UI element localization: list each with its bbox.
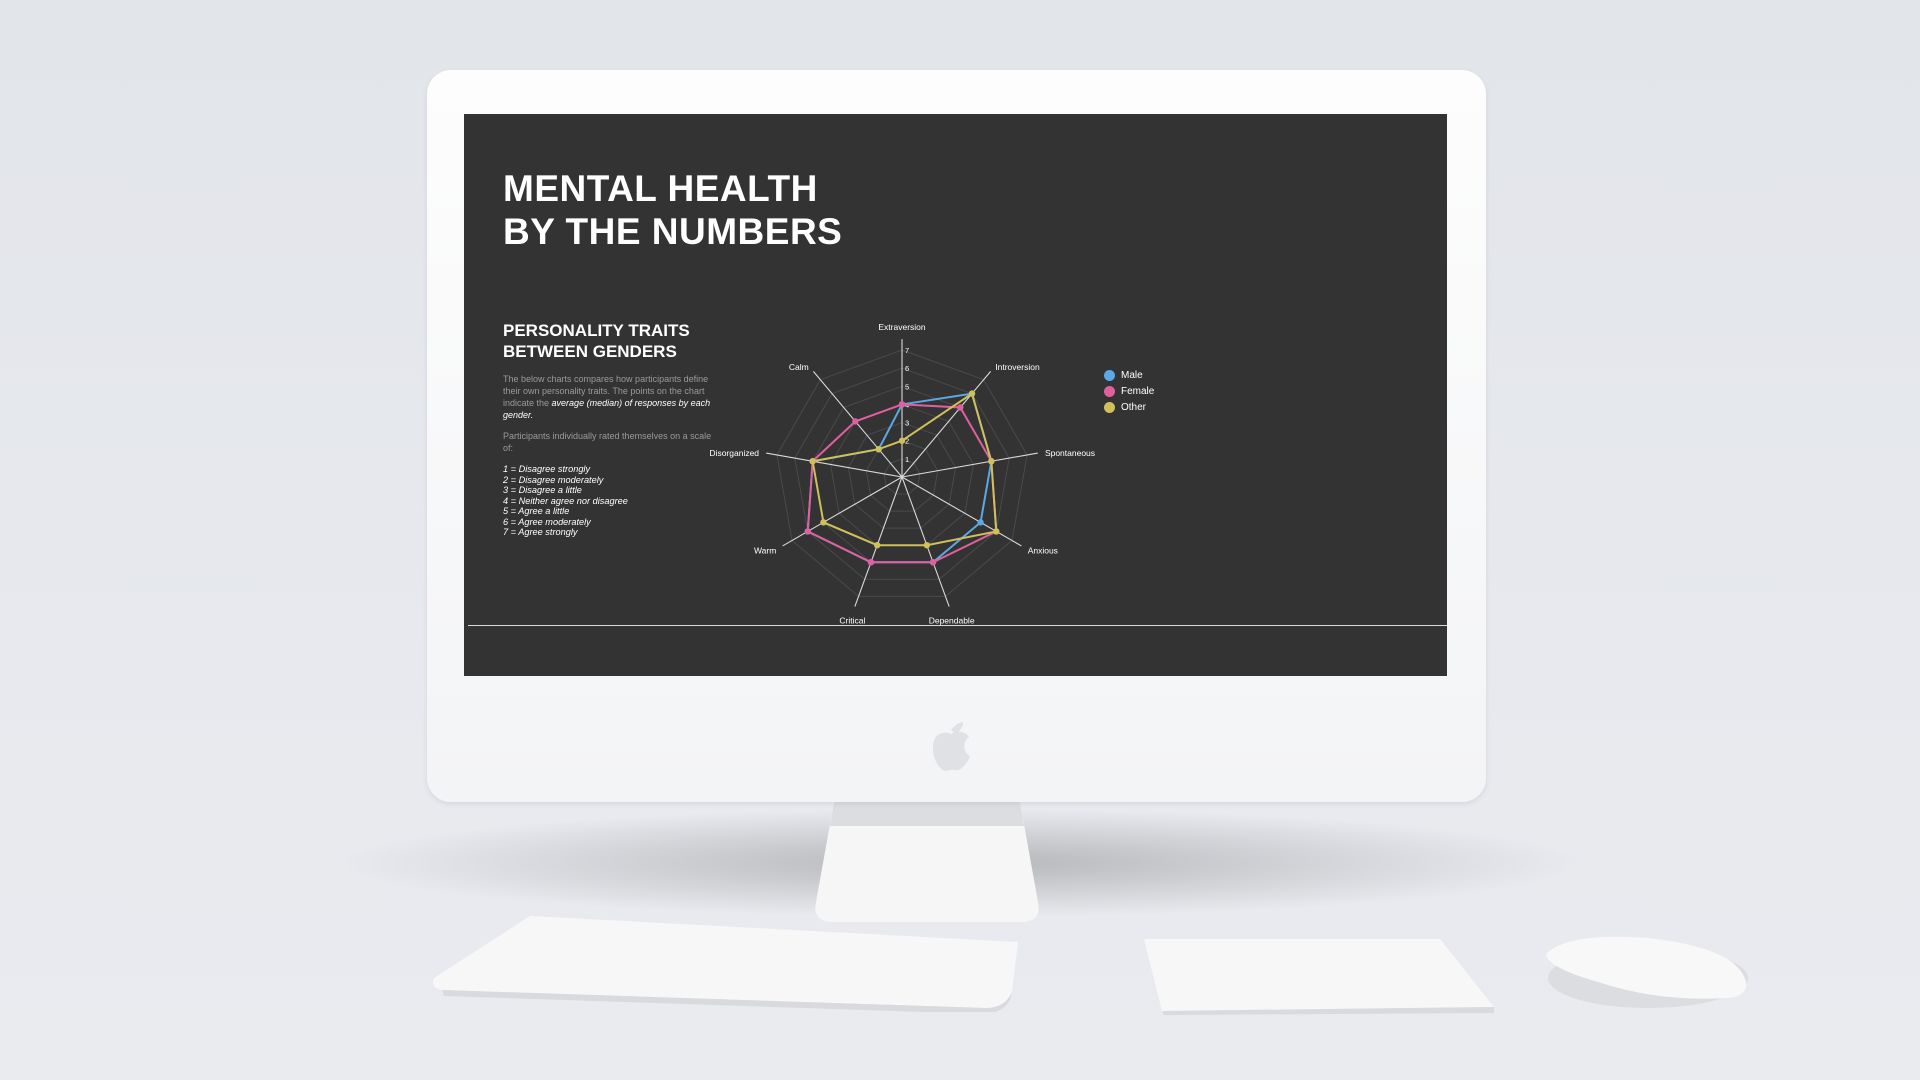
- data-point-other: [809, 458, 816, 465]
- axis-label: Extraversion: [878, 322, 926, 332]
- data-point-other: [993, 528, 1000, 535]
- data-point-other: [898, 437, 906, 444]
- trackpad: [1144, 939, 1494, 1015]
- axis-label: Anxious: [1028, 546, 1058, 556]
- legend-label-male: Male: [1121, 369, 1143, 381]
- data-point-female: [898, 401, 906, 408]
- data-point-female: [957, 404, 964, 411]
- axis-spoke: [901, 452, 1038, 478]
- axis-label: Disorganized: [709, 448, 759, 458]
- data-point-female: [804, 528, 811, 535]
- legend-swatch-other: [1104, 401, 1115, 413]
- data-point-other: [875, 446, 882, 453]
- data-point-other: [968, 390, 976, 397]
- data-point-female: [929, 559, 937, 566]
- axis-label: Critical: [839, 615, 865, 625]
- presentation-screen: MENTAL HEALTH BY THE NUMBERS PERSONALITY…: [464, 114, 1447, 676]
- radial-tick-label: 3: [905, 419, 909, 428]
- axis-spoke: [854, 476, 903, 607]
- chart-legend: Male Female Other: [1104, 367, 1154, 415]
- axis-spoke: [782, 476, 903, 547]
- radial-tick-label: 5: [905, 382, 909, 391]
- axis-label: Dependable: [929, 615, 975, 625]
- radar-chart: Extraversion Introversion Spontaneous Anxio…: [709, 322, 1095, 626]
- radial-tick-label: 1: [905, 455, 909, 464]
- legend-item-other: Other: [1104, 399, 1154, 415]
- data-point-female: [867, 559, 875, 566]
- legend-swatch-male: [1104, 369, 1115, 381]
- legend-label-other: Other: [1121, 401, 1147, 413]
- mouse: [1546, 936, 1748, 1008]
- legend-item-male: Male: [1104, 367, 1154, 383]
- radial-tick-label: 7: [905, 346, 909, 355]
- data-point-other: [923, 541, 931, 549]
- keyboard: [433, 916, 1018, 1012]
- axis-label: Spontaneous: [1045, 448, 1095, 458]
- data-point-other: [873, 541, 881, 549]
- axis-spoke: [901, 371, 992, 478]
- data-point-male: [977, 519, 984, 526]
- data-point-other: [820, 519, 827, 526]
- imac-stand: [815, 802, 1039, 922]
- axis-spoke: [812, 371, 903, 478]
- axis-label: Calm: [789, 362, 809, 372]
- legend-item-female: Female: [1104, 383, 1154, 399]
- axis-spoke: [901, 476, 1022, 547]
- axis-label: Introversion: [995, 362, 1040, 372]
- legend-swatch-female: [1104, 385, 1115, 397]
- data-point-other: [988, 458, 995, 465]
- apple-logo-icon: [932, 722, 970, 772]
- series-line-other: [811, 392, 998, 547]
- axis-label: Warm: [754, 546, 776, 556]
- data-point-female: [852, 418, 859, 425]
- radial-tick-label: 6: [905, 364, 909, 373]
- legend-label-female: Female: [1121, 385, 1155, 397]
- screen-divider: [468, 625, 1447, 626]
